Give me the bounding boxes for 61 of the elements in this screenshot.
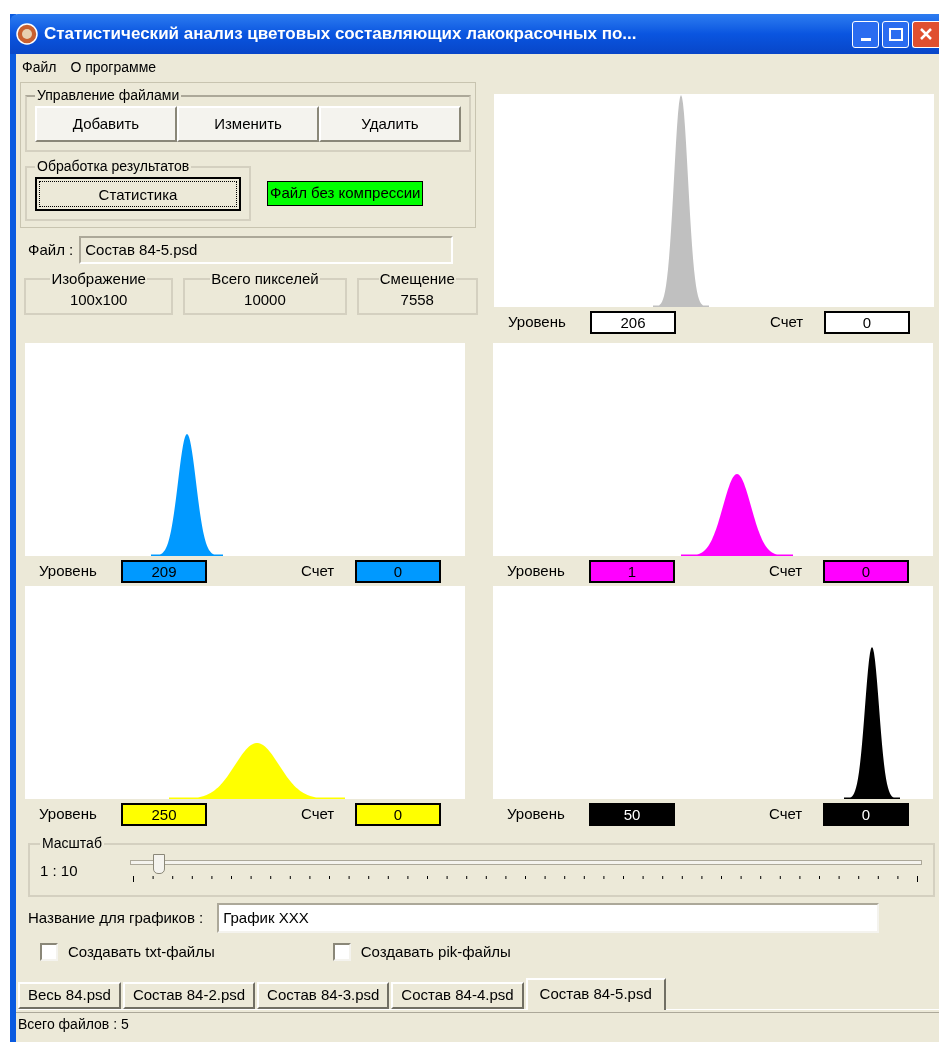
slider-track[interactable] [130, 860, 922, 866]
maximize-button[interactable] [882, 20, 909, 48]
level-field[interactable]: 209 [121, 559, 207, 583]
info-title: Изображение [50, 269, 147, 289]
minimize-icon [860, 37, 871, 41]
window-title: Статистический анализ цветовых составляющих лакокрасочных по... [44, 23, 638, 46]
file-tab[interactable]: Состав 84-2.psd [122, 981, 256, 1009]
checkbox[interactable] [332, 943, 351, 962]
info-value: 100x100 [68, 290, 129, 309]
slider-thumb[interactable] [153, 854, 166, 875]
level-label: Уровень [508, 311, 567, 332]
group-title: Обработка результатов [36, 157, 191, 176]
count-label: Счет [301, 803, 336, 824]
count-field[interactable]: 0 [355, 559, 441, 583]
count-field[interactable]: 0 [824, 310, 910, 334]
group-title: Масштаб [41, 834, 103, 853]
info-title: Смещение [378, 269, 456, 289]
file-button[interactable]: Добавить [35, 106, 177, 142]
group-title: Управление файлами [36, 86, 181, 105]
app-icon [16, 23, 38, 45]
level-field[interactable]: 1 [589, 559, 675, 583]
level-field[interactable]: 50 [589, 802, 675, 826]
file-tab[interactable]: Весь 84.psd [18, 981, 121, 1009]
count-field[interactable]: 0 [355, 802, 441, 826]
status-badge: Файл без компрессии [267, 181, 424, 206]
minimize-button[interactable] [852, 20, 879, 48]
menu-item[interactable]: Файл [22, 56, 57, 78]
count-label: Счет [301, 560, 336, 581]
file-label: Файл : [28, 239, 74, 260]
status-bar: Всего файлов : 5 [16, 1011, 939, 1035]
file-field[interactable]: Состав 84-5.psd [79, 236, 454, 264]
statistics-button[interactable]: Статистика [35, 177, 241, 211]
count-label: Счет [769, 560, 804, 581]
close-icon [919, 27, 933, 41]
chart-name-field[interactable]: График XXX [217, 903, 880, 933]
count-label: Счет [770, 311, 805, 332]
count-field[interactable]: 0 [823, 802, 909, 826]
info-value: 10000 [243, 290, 287, 309]
count-label: Счет [769, 803, 804, 824]
file-button[interactable]: Изменить [177, 106, 319, 142]
chart-name-label: Название для графиков : [28, 907, 204, 928]
level-field[interactable]: 206 [590, 310, 676, 334]
level-label: Уровень [39, 560, 98, 581]
level-field[interactable]: 250 [121, 802, 207, 826]
menu-item[interactable]: О программе [70, 56, 157, 78]
info-value: 7558 [399, 290, 435, 309]
checkbox-label: Создавать txt-файлы [68, 942, 215, 962]
maximize-icon [888, 27, 903, 41]
count-field[interactable]: 0 [823, 559, 909, 583]
level-label: Уровень [507, 803, 566, 824]
close-button[interactable] [912, 20, 939, 48]
level-label: Уровень [39, 803, 98, 824]
checkbox[interactable] [40, 943, 58, 962]
file-tab[interactable]: Состав 84-3.psd [257, 981, 390, 1009]
file-tab[interactable]: Состав 84-5.psd [525, 977, 666, 1010]
level-label: Уровень [507, 560, 566, 581]
info-title: Всего пикселей [210, 269, 320, 289]
file-button[interactable]: Удалить [319, 106, 461, 142]
checkbox-label: Создавать pik-файлы [360, 942, 511, 962]
scale-reading: 1 : 10 [40, 861, 79, 881]
file-tab[interactable]: Состав 84-4.psd [391, 981, 524, 1009]
